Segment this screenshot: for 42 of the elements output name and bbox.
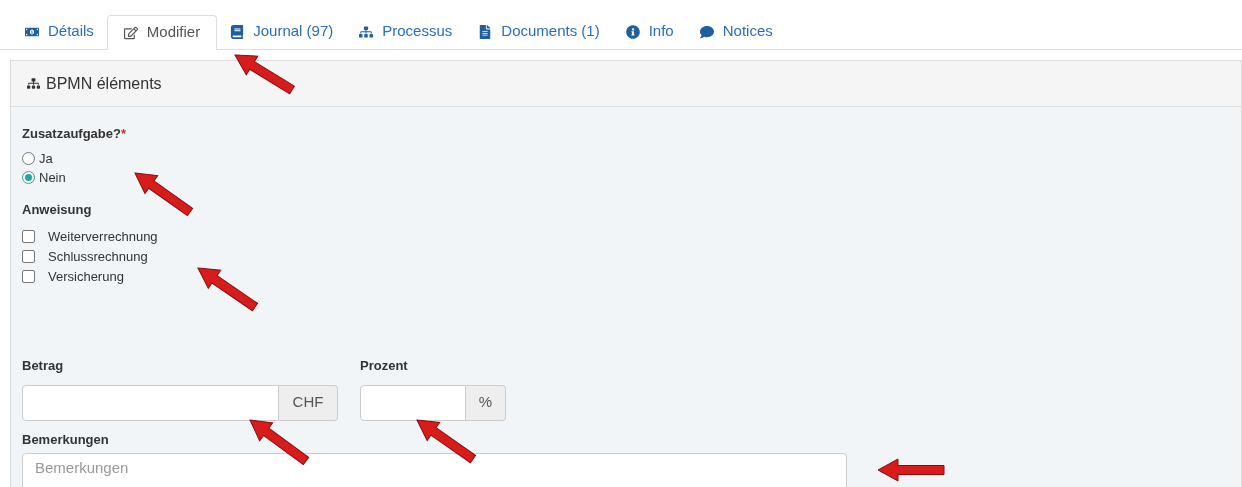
annotation-arrow [416, 419, 477, 464]
panel-title: BPMN éléments [46, 73, 162, 94]
tab[interactable]: Détails [12, 14, 107, 49]
input-addon: CHF [279, 384, 338, 421]
field-label: Zusatzaufgabe? [22, 126, 121, 141]
tab[interactable]: Documents (1) [465, 14, 613, 49]
checkbox-label: Schlussrechnung [48, 247, 148, 266]
edit-icon [123, 25, 138, 40]
radio-button[interactable] [22, 171, 35, 184]
field-label: Anweisung [22, 200, 93, 219]
radio-button[interactable] [22, 152, 35, 165]
checkbox-label: Weiterverrechnung [48, 227, 158, 246]
sitemap-icon [27, 77, 40, 90]
input-field[interactable] [22, 384, 279, 421]
annotation-arrow [877, 458, 945, 482]
sitemap-icon [359, 24, 374, 39]
speech-bubble-icon [699, 24, 714, 39]
checkbox-label: Versicherung [48, 267, 124, 286]
input-field[interactable] [360, 384, 466, 421]
book-icon [230, 24, 245, 39]
checkbox[interactable] [22, 270, 35, 283]
required-mark: * [120, 126, 127, 141]
checkbox[interactable] [22, 250, 35, 263]
tab[interactable]: Modifier [106, 15, 218, 50]
info-icon [625, 24, 640, 39]
radio-label: Ja [39, 149, 53, 168]
text-area[interactable]: Bemerkungen [22, 453, 847, 487]
radio-label: Nein [39, 168, 66, 187]
tab[interactable]: Info [612, 14, 687, 49]
field-label: Betrag [22, 357, 65, 375]
tab[interactable]: Notices [686, 14, 786, 49]
annotation-arrow [249, 419, 310, 466]
checkbox[interactable] [22, 230, 35, 243]
annotation-arrow [234, 54, 295, 95]
tab[interactable]: Journal (97) [217, 14, 347, 49]
input-addon: % [466, 384, 506, 421]
annotation-arrow [197, 267, 259, 312]
field-label: Bemerkungen [22, 430, 110, 449]
field-label: Prozent [360, 357, 409, 375]
document-icon [478, 24, 493, 39]
tab[interactable]: Processus [346, 14, 466, 49]
annotation-arrow [134, 172, 194, 217]
